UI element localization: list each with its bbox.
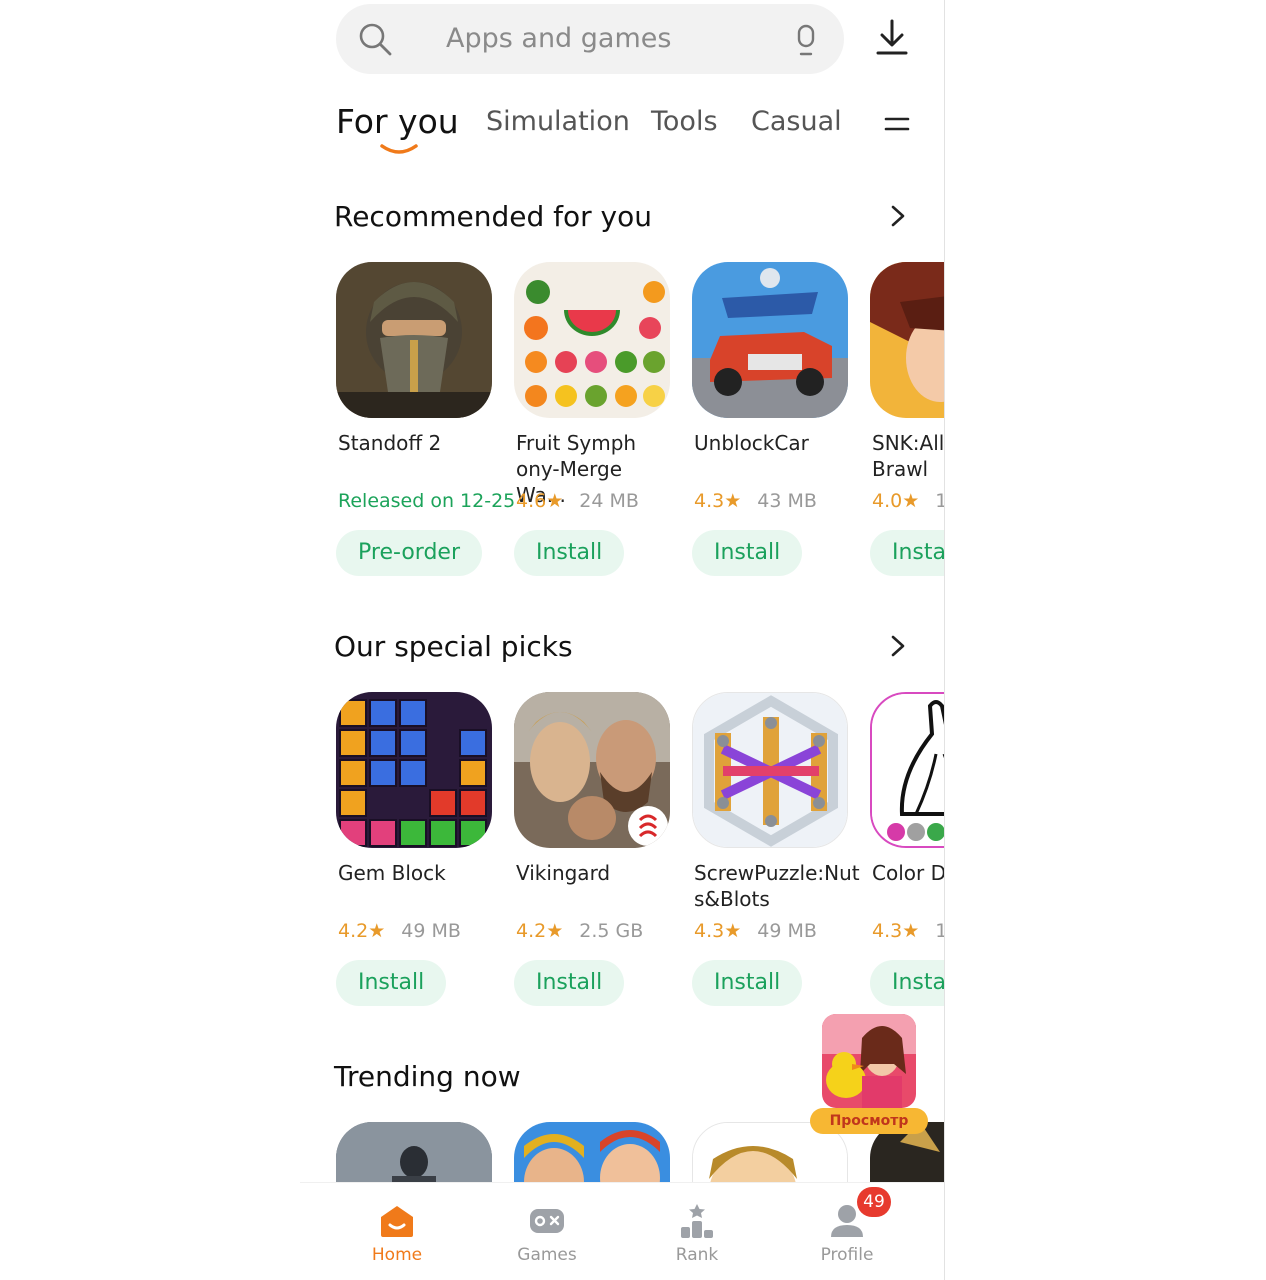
notification-badge: 49 <box>857 1187 891 1217</box>
promo-label[interactable]: Просмотр <box>810 1108 928 1134</box>
section-title-special-picks: Our special picks <box>334 630 573 663</box>
bottom-navigation: Home Games Rank 49 Profile <box>300 1182 944 1280</box>
preorder-button[interactable]: Pre-order <box>336 530 482 576</box>
app-meta: 4.6★ 24 MB <box>516 490 639 512</box>
app-name: SNK:All- Brawl <box>872 431 945 481</box>
app-icon-standoff[interactable] <box>336 262 492 418</box>
app-size: 49 MB <box>401 920 461 942</box>
app-rating: 4.0★ <box>872 490 920 512</box>
install-button[interactable]: Install <box>692 530 803 576</box>
app-rating: 4.6★ <box>516 490 564 512</box>
tab-tools[interactable]: Tools <box>651 106 718 137</box>
app-rating: 4.2★ <box>338 920 386 942</box>
nav-rank[interactable]: Rank <box>637 1183 757 1280</box>
tab-for-you[interactable]: For you <box>336 102 459 141</box>
app-name: UnblockCar <box>694 431 809 455</box>
app-name: Vikingard <box>516 861 611 885</box>
section-title-trending: Trending now <box>334 1060 521 1093</box>
nav-home-label: Home <box>371 1245 423 1265</box>
nav-home[interactable]: Home <box>337 1183 457 1280</box>
install-button[interactable]: Install <box>514 530 625 576</box>
app-name: Gem Block <box>338 861 446 885</box>
release-date: Released on 12-25 <box>338 490 516 512</box>
app-size: 2.5 GB <box>579 920 644 942</box>
app-icon-fruit-symphony[interactable] <box>514 262 670 418</box>
chevron-right-icon[interactable] <box>890 204 906 228</box>
app-name: ScrewPuzzle:Nut s&Blots <box>694 861 860 911</box>
app-icon-color-dress[interactable] <box>870 692 944 848</box>
app-rating: 4.2★ <box>516 920 564 942</box>
download-icon[interactable] <box>874 18 910 56</box>
section-title-recommended: Recommended for you <box>334 200 652 233</box>
app-name: Standoff 2 <box>338 431 442 455</box>
app-meta: 4.0★ 1 <box>872 490 944 512</box>
tab-simulation[interactable]: Simulation <box>486 106 630 137</box>
app-store-screen: Apps and games For you Simulation Tools … <box>300 0 945 1280</box>
gamepad-icon <box>530 1209 564 1233</box>
nav-rank-label: Rank <box>675 1245 719 1265</box>
app-meta: 4.3★ 43 MB <box>694 490 817 512</box>
app-icon-vikingard[interactable] <box>514 692 670 848</box>
app-rating: 4.3★ <box>694 490 742 512</box>
app-rating: 4.3★ <box>694 920 742 942</box>
promo-image[interactable] <box>822 1014 916 1108</box>
install-button[interactable]: Install <box>514 960 625 1006</box>
rank-podium-icon <box>681 1204 713 1238</box>
app-icon-snk[interactable] <box>870 262 944 418</box>
category-menu-icon[interactable] <box>884 114 910 134</box>
app-meta: 4.2★ 49 MB <box>338 920 461 942</box>
search-placeholder: Apps and games <box>446 23 672 54</box>
active-tab-indicator <box>380 144 418 154</box>
install-button[interactable]: Install <box>870 530 944 576</box>
install-button[interactable]: Install <box>870 960 944 1006</box>
home-icon <box>381 1206 413 1237</box>
chevron-right-icon[interactable] <box>890 634 906 658</box>
app-size: 49 MB <box>757 920 817 942</box>
app-name: Color Dr <box>872 861 945 885</box>
tab-casual[interactable]: Casual <box>751 106 842 137</box>
microphone-icon[interactable] <box>794 24 818 56</box>
app-icon-screwpuzzle[interactable] <box>692 692 848 848</box>
app-meta: 4.3★ 1 <box>872 920 944 942</box>
app-size: 24 MB <box>579 490 639 512</box>
app-icon-gem-block[interactable] <box>336 692 492 848</box>
install-button[interactable]: Install <box>692 960 803 1006</box>
nav-profile[interactable]: 49 Profile <box>787 1183 907 1280</box>
install-button[interactable]: Install <box>336 960 447 1006</box>
nav-profile-label: Profile <box>820 1245 874 1265</box>
app-icon-unblockcar[interactable] <box>692 262 848 418</box>
app-rating: 4.3★ <box>872 920 920 942</box>
app-size: 1 <box>935 490 944 512</box>
app-size: 1 <box>935 920 944 942</box>
category-tabs: For you Simulation Tools Casual <box>300 100 944 160</box>
search-icon <box>359 23 392 56</box>
app-meta: 4.2★ 2.5 GB <box>516 920 643 942</box>
floating-promo[interactable]: Просмотр <box>810 1014 930 1136</box>
nav-games-label: Games <box>517 1245 577 1265</box>
app-size: 43 MB <box>757 490 817 512</box>
nav-games[interactable]: Games <box>487 1183 607 1280</box>
app-meta: 4.3★ 49 MB <box>694 920 817 942</box>
search-bar[interactable]: Apps and games <box>336 4 844 74</box>
